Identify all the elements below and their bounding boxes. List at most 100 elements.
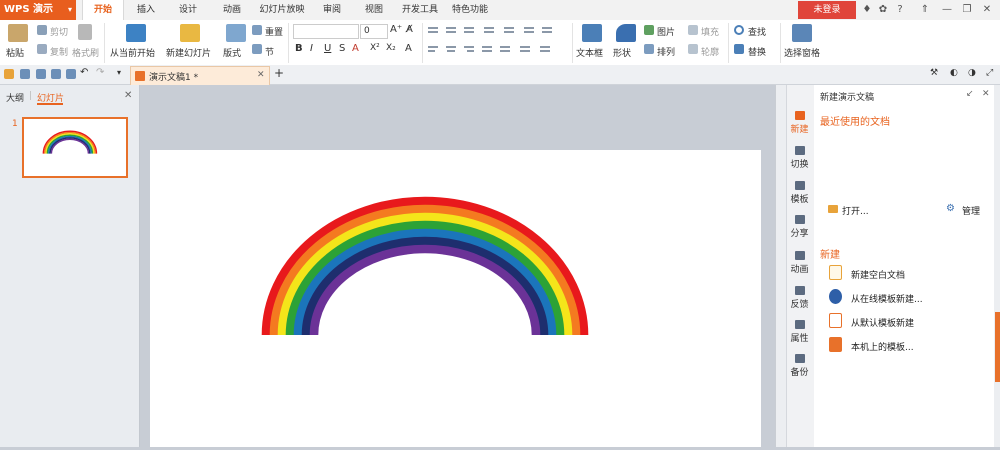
picture-button[interactable]: 图片	[657, 25, 675, 38]
from-current-button[interactable]: 从当前开始	[110, 46, 155, 59]
settings-icon[interactable]: ✿	[876, 2, 890, 18]
restore-icon[interactable]: ❐	[960, 2, 974, 18]
copy-icon[interactable]	[37, 44, 47, 54]
nav-feedback[interactable]: 反馈	[786, 286, 813, 310]
new-blank-link[interactable]: 新建空白文档	[851, 268, 905, 281]
login-button[interactable]: 未登录	[798, 1, 856, 19]
scissors-icon[interactable]	[37, 25, 47, 35]
search-icon[interactable]	[734, 25, 744, 35]
superscript-icon[interactable]: X²	[370, 43, 380, 53]
replace-icon[interactable]	[734, 44, 744, 54]
tab-slideshow[interactable]: 幻灯片放映	[256, 0, 308, 20]
section-button[interactable]: 节	[265, 45, 274, 58]
arrange-icon[interactable]	[644, 44, 654, 54]
strikethrough-icon[interactable]: S	[339, 43, 345, 54]
shape-icon[interactable]	[616, 24, 636, 42]
pin-icon[interactable]: ↙	[966, 89, 974, 99]
undo-icon[interactable]: ↶	[80, 67, 88, 78]
task-pane-title[interactable]: 新建演示文稿	[820, 90, 874, 103]
scrollbar-thumb[interactable]	[995, 312, 1000, 382]
replace-button[interactable]: 替换	[748, 45, 766, 58]
new-default-template-link[interactable]: 从默认模板新建	[851, 316, 914, 329]
layout-button[interactable]: 版式	[223, 46, 241, 59]
reset-icon[interactable]	[252, 25, 262, 35]
layout-icon[interactable]	[226, 24, 246, 42]
from-current-icon[interactable]	[126, 24, 146, 42]
tab-insert[interactable]: 插入	[130, 0, 162, 20]
sync-icon[interactable]: ◑	[968, 68, 976, 78]
fill-button[interactable]: 填充	[701, 25, 719, 38]
nav-share[interactable]: 分享	[786, 215, 813, 239]
tab-animation[interactable]: 动画	[216, 0, 248, 20]
close-tab-icon[interactable]: ✕	[257, 70, 265, 80]
manage-link[interactable]: 管理	[962, 204, 980, 217]
close-icon[interactable]: ✕	[980, 2, 994, 18]
paste-button[interactable]: 粘贴	[6, 46, 24, 59]
tab-outline[interactable]: 大纲	[6, 91, 24, 104]
slide-thumbnail[interactable]	[22, 117, 128, 178]
fill-icon[interactable]	[688, 25, 698, 35]
open-link[interactable]: 打开...	[842, 204, 869, 217]
char-spacing-icon[interactable]: A	[405, 43, 412, 54]
nav-properties[interactable]: 属性	[786, 320, 813, 344]
list-icons[interactable]	[428, 26, 578, 36]
outline-icon[interactable]	[688, 44, 698, 54]
tab-view[interactable]: 视图	[358, 0, 390, 20]
clear-format-icon[interactable]: A̸	[406, 24, 413, 35]
picture-icon[interactable]	[644, 25, 654, 35]
slide-canvas[interactable]	[150, 150, 761, 447]
rainbow-shape[interactable]	[150, 150, 761, 447]
selection-pane-button[interactable]: 选择窗格	[784, 46, 820, 59]
bold-icon[interactable]: B	[295, 43, 303, 54]
new-slide-icon[interactable]	[180, 24, 200, 42]
paste-icon[interactable]	[8, 24, 28, 42]
paragraph-align-tools[interactable]	[428, 45, 578, 55]
outline-button[interactable]: 轮廓	[701, 45, 719, 58]
nav-backup[interactable]: 备份	[786, 354, 813, 378]
reset-button[interactable]: 重置	[265, 25, 283, 38]
format-painter-icon[interactable]	[78, 24, 92, 40]
section-icon[interactable]	[252, 44, 262, 54]
tab-home[interactable]: 开始	[82, 0, 124, 21]
nav-transition[interactable]: 切换	[786, 146, 813, 170]
arrange-button[interactable]: 排列	[657, 45, 675, 58]
italic-icon[interactable]: I	[310, 43, 313, 54]
shape-button[interactable]: 形状	[613, 46, 631, 59]
tab-review[interactable]: 审阅	[316, 0, 348, 20]
close-panel-icon[interactable]: ✕	[124, 90, 132, 101]
nav-template[interactable]: 模板	[786, 181, 813, 205]
open-folder-icon[interactable]	[4, 69, 14, 79]
task-pane-scrollbar[interactable]	[994, 85, 1000, 447]
new-online-template-link[interactable]: 从在线模板新建...	[851, 292, 923, 305]
tab-design[interactable]: 设计	[172, 0, 204, 20]
minimize-icon[interactable]: —	[940, 2, 954, 18]
font-color-icon[interactable]: A	[352, 43, 359, 54]
print-icon[interactable]	[51, 69, 61, 79]
help-icon[interactable]: ?	[893, 2, 907, 18]
redo-icon[interactable]: ↷	[96, 67, 104, 78]
align-icons[interactable]	[428, 45, 578, 55]
paragraph-list-tools[interactable]	[428, 26, 578, 36]
font-size-select[interactable]: 0	[360, 24, 388, 39]
new-slide-button[interactable]: 新建幻灯片	[166, 46, 211, 59]
document-tab[interactable]: 演示文稿1 * ✕	[130, 66, 270, 85]
font-name-select[interactable]	[293, 24, 359, 39]
text-box-icon[interactable]	[582, 24, 602, 42]
tab-features[interactable]: 特色功能	[448, 0, 492, 20]
new-tab-icon[interactable]: +	[274, 66, 284, 80]
local-template-link[interactable]: 本机上的模板...	[851, 340, 914, 353]
preview-icon[interactable]	[66, 69, 76, 79]
app-menu-button[interactable]: WPS 演示 ▾	[0, 0, 76, 20]
text-box-button[interactable]: 文本框	[576, 46, 603, 59]
find-button[interactable]: 查找	[748, 25, 766, 38]
save-icon[interactable]	[20, 69, 30, 79]
tab-developer[interactable]: 开发工具	[398, 0, 442, 20]
export-icon[interactable]	[36, 69, 46, 79]
tool-icon[interactable]: ⚒	[930, 68, 938, 78]
underline-icon[interactable]: U	[324, 43, 331, 54]
format-painter-button[interactable]: 格式刷	[72, 46, 99, 59]
cut-button[interactable]: 剪切	[50, 25, 68, 38]
selection-pane-icon[interactable]	[792, 24, 812, 42]
doc-info-icon[interactable]: ◐	[950, 68, 958, 78]
skin-icon[interactable]: ♦	[860, 2, 874, 18]
